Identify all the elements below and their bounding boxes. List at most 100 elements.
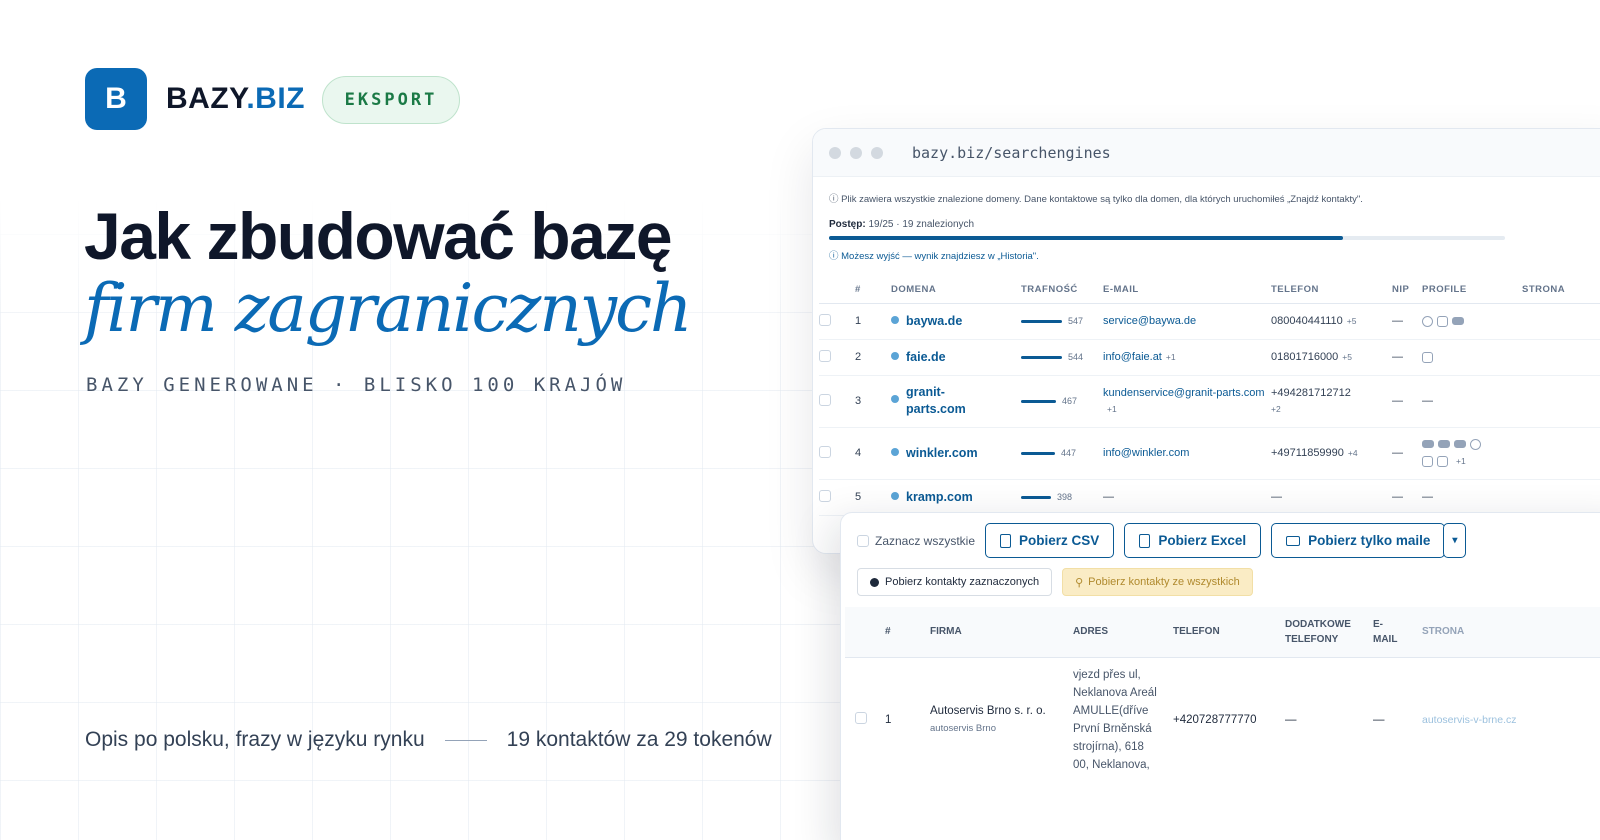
table-row[interactable]: 1 Autoservis Brno s. r. o. autoservis Brn… — [845, 657, 1600, 774]
nip: — — [1392, 427, 1422, 480]
facebook-icon[interactable] — [1470, 438, 1481, 450]
score-bar — [1021, 451, 1055, 455]
brand-name-tld: .BIZ — [246, 82, 306, 115]
email-link[interactable]: kundenservice@granit-parts.com — [1103, 387, 1265, 399]
profiles-more: +1 — [1456, 456, 1466, 466]
col-phone[interactable]: TELEFON — [1173, 607, 1285, 658]
address-bar[interactable]: bazy.biz/searchengines — [912, 144, 1111, 162]
brand-name: BAZY.BIZ — [166, 82, 305, 116]
download-csv-button[interactable]: Pobierz CSV — [985, 523, 1115, 558]
row-checkbox[interactable] — [819, 445, 831, 458]
col-domain[interactable]: DOMENA — [891, 277, 1021, 304]
table-row[interactable]: 3 granit-parts.com 467 kundenservice@gra… — [819, 375, 1600, 428]
table-row[interactable]: 5 kramp.com 398 — — — — — [819, 479, 1600, 516]
col-score[interactable]: TRAFNOŚĆ — [1021, 277, 1103, 304]
window-dot-icon[interactable] — [829, 146, 841, 159]
select-all-checkbox[interactable] — [857, 534, 869, 547]
email-extra: +1 — [1165, 352, 1176, 362]
row-checkbox[interactable] — [819, 349, 831, 362]
download-excel-button[interactable]: Pobierz Excel — [1124, 523, 1262, 558]
brand-name-main: BAZY — [166, 82, 247, 115]
site-link[interactable]: autoservis-v-brne.cz — [1422, 714, 1517, 726]
score-value: 447 — [1061, 448, 1077, 458]
row-num: 5 — [855, 479, 891, 516]
nip: — — [1392, 479, 1422, 516]
phone-empty: — — [1271, 479, 1392, 516]
col-extra-phones-2: TELEFONY — [1285, 633, 1339, 645]
browser-titlebar: bazy.biz/searchengines — [813, 129, 1600, 177]
score: 547 — [1021, 316, 1103, 326]
col-address[interactable]: ADRES — [1073, 607, 1173, 658]
row-checkbox[interactable] — [819, 393, 831, 406]
select-all[interactable]: Zaznacz wszystkie — [857, 534, 975, 548]
row-checkbox[interactable] — [819, 313, 831, 326]
email: — — [1373, 713, 1385, 726]
fetch-all-contacts-button[interactable]: ⚲ Pobierz kontakty ze wszystkich — [1062, 568, 1253, 596]
col-num: # — [855, 277, 891, 304]
col-firm[interactable]: FIRMA — [930, 607, 1073, 658]
footer-left: Opis po polsku, frazy w języku rynku — [85, 728, 425, 751]
chevron-down-icon[interactable]: ▾ — [1443, 523, 1467, 558]
youtube-icon[interactable] — [1452, 317, 1464, 326]
col-nip[interactable]: NIP — [1392, 277, 1422, 304]
col-phone[interactable]: TELEFON — [1271, 277, 1392, 304]
window-dot-icon[interactable] — [850, 146, 862, 159]
profiles-empty: — — [1422, 479, 1522, 516]
nip: — — [1392, 375, 1422, 428]
firm-name[interactable]: Autoservis Brno s. r. o. — [930, 702, 1048, 720]
globe-icon — [891, 352, 899, 360]
domain-link[interactable]: faie.de — [906, 350, 946, 364]
select-all-label: Zaznacz wszystkie — [875, 533, 976, 548]
fetch-all-label: Pobierz kontakty ze wszystkich — [1088, 576, 1240, 588]
fetch-selected-contacts-button[interactable]: Pobierz kontakty zaznaczonych — [857, 568, 1053, 596]
info-message: ⓘ Plik zawiera wszystkie znalezione dome… — [829, 194, 1363, 205]
leave-note: ⓘ Możesz wyjść — wynik znajdziesz w „His… — [829, 251, 1039, 262]
footer-divider — [444, 739, 487, 741]
instagram-icon[interactable] — [1437, 315, 1448, 327]
csv-file-icon — [1000, 533, 1012, 548]
row-checkbox[interactable] — [855, 712, 867, 724]
email-link[interactable]: service@baywa.de — [1103, 315, 1196, 327]
companies-table: # FIRMA ADRES TELEFON DODATKOWE TELEFONY … — [845, 607, 1600, 774]
email-extra: +1 — [1107, 404, 1117, 414]
youtube-icon[interactable] — [1454, 440, 1466, 449]
col-email[interactable]: E-MAIL — [1373, 607, 1422, 658]
globe-icon — [891, 448, 899, 456]
youtube-icon[interactable] — [1422, 440, 1434, 449]
email-link[interactable]: info@faie.at — [1103, 351, 1162, 363]
fetch-selected-label: Pobierz kontakty zaznaczonych — [885, 576, 1040, 588]
facebook-icon[interactable] — [1422, 315, 1433, 327]
globe-icon — [891, 492, 899, 500]
domain-link[interactable]: baywa.de — [906, 314, 962, 328]
score-value: 544 — [1068, 352, 1084, 362]
window-dot-icon[interactable] — [871, 146, 883, 159]
col-extra-phones[interactable]: DODATKOWE TELEFONY — [1285, 607, 1373, 658]
score-value: 398 — [1057, 492, 1073, 502]
table-row[interactable]: 1 baywa.de 547 service@baywa.de 08004044… — [819, 303, 1600, 340]
results-panel: Zaznacz wszystkie Pobierz CSV Pobierz Ex… — [840, 512, 1600, 840]
download-emails-button[interactable]: Pobierz tylko maile — [1271, 523, 1446, 558]
email-link[interactable]: info@winkler.com — [1103, 447, 1189, 459]
score-bar — [1021, 495, 1051, 499]
row-num: 1 — [885, 713, 892, 726]
instagram-icon[interactable] — [1422, 455, 1433, 467]
nip: — — [1392, 303, 1422, 340]
instagram-icon[interactable] — [1422, 351, 1433, 363]
table-row[interactable]: 4 winkler.com 447 info@winkler.com +4971… — [819, 427, 1600, 480]
score: 544 — [1021, 352, 1103, 362]
logo-tile: B — [85, 68, 147, 130]
score: 467 — [1021, 396, 1103, 406]
download-emails-label: Pobierz tylko maile — [1308, 533, 1431, 548]
row-checkbox[interactable] — [819, 489, 831, 502]
row-num: 2 — [855, 339, 891, 376]
col-site[interactable]: STRONA — [1422, 607, 1600, 658]
col-email[interactable]: E-MAIL — [1103, 277, 1271, 304]
table-row[interactable]: 2 faie.de 544 info@faie.at +1 01801716000… — [819, 339, 1600, 376]
phone-extra: +2 — [1271, 404, 1281, 414]
youtube-icon[interactable] — [1438, 440, 1450, 449]
domain-link[interactable]: winkler.com — [906, 446, 978, 460]
kicker: BAZY GENEROWANE · BLISKO 100 KRAJÓW — [86, 374, 627, 396]
instagram-icon[interactable] — [1437, 455, 1448, 467]
domain-link[interactable]: kramp.com — [906, 490, 973, 504]
domain-link[interactable]: granit-parts.com — [906, 384, 976, 418]
